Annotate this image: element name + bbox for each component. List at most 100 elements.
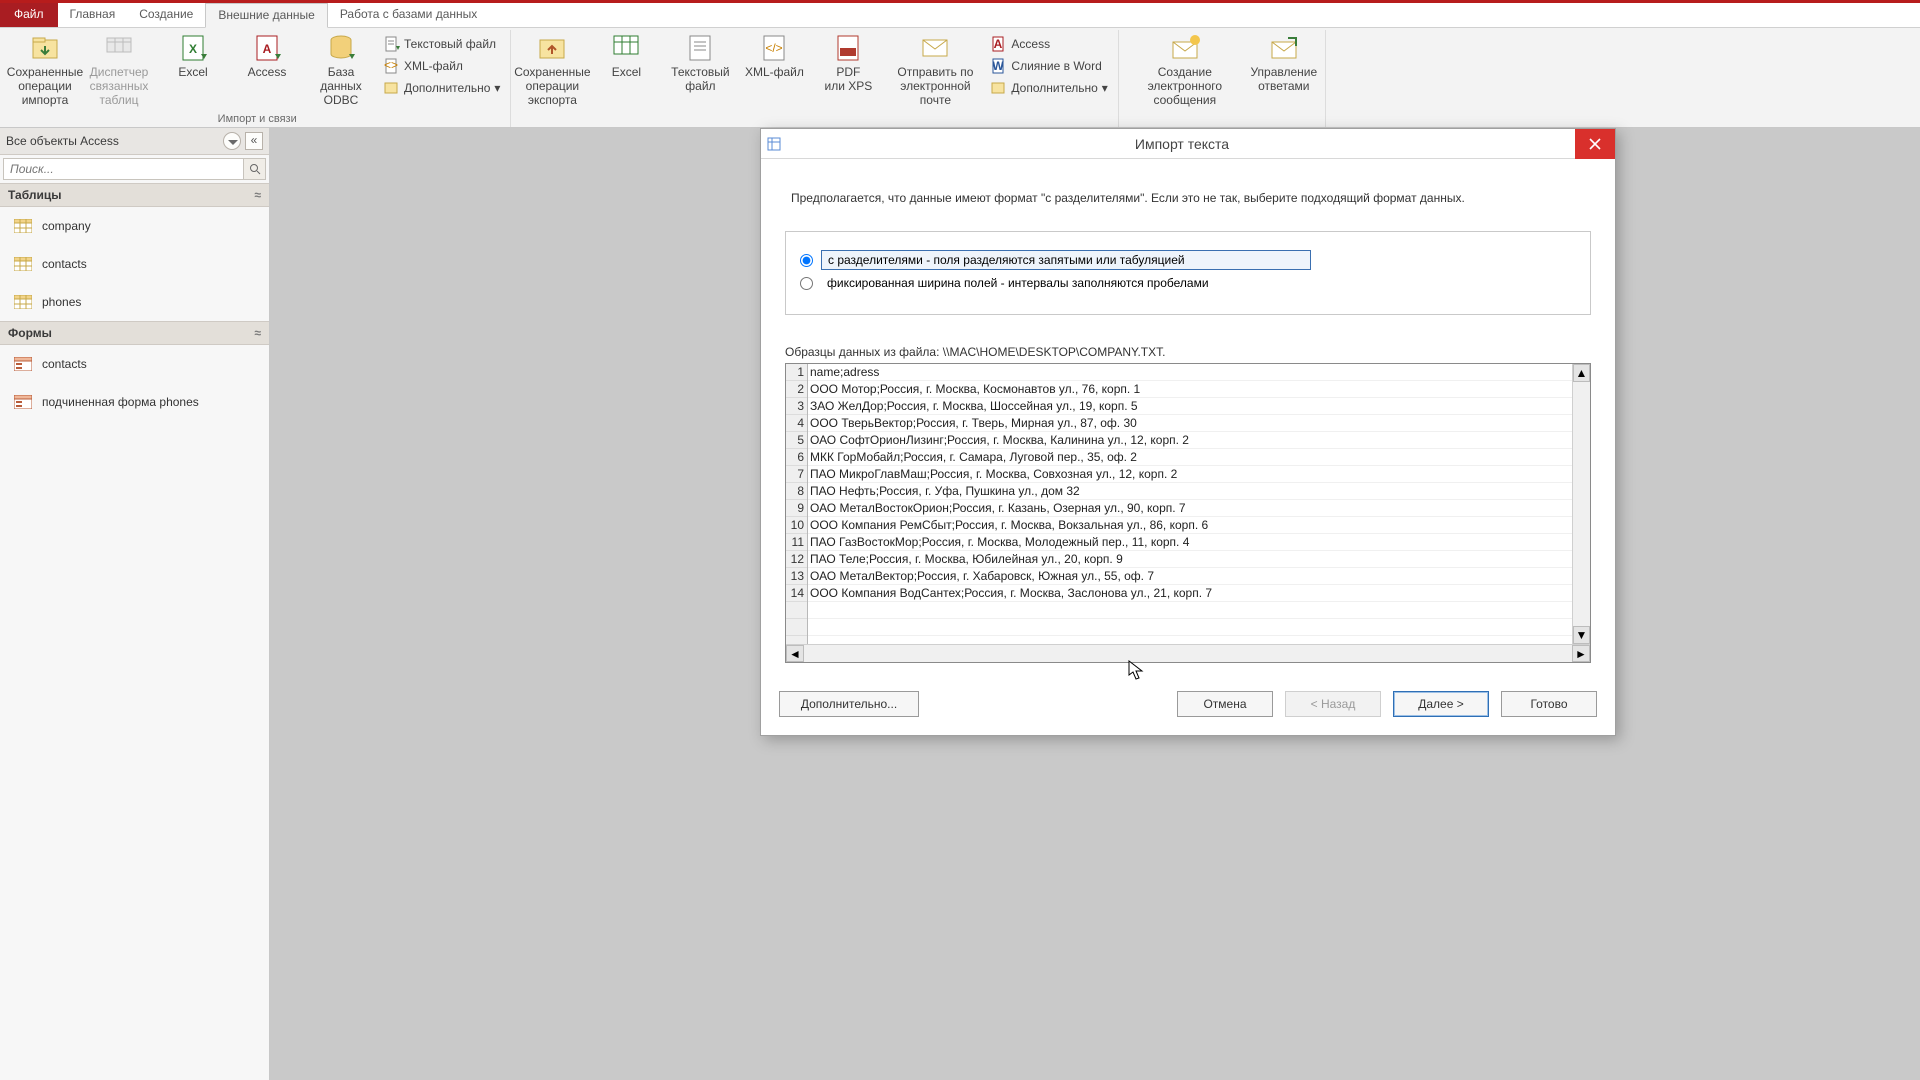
scroll-track[interactable] bbox=[804, 645, 1572, 662]
nav-item-label: contacts bbox=[42, 357, 87, 371]
more-options-button[interactable]: Дополнительно... bbox=[779, 691, 919, 717]
radio-fixed-width[interactable] bbox=[800, 277, 813, 290]
tab-home[interactable]: Главная bbox=[58, 3, 128, 27]
dropdown-caret-icon: ▾ bbox=[494, 81, 500, 95]
saved-imports-icon bbox=[29, 32, 61, 64]
ribbon-linked-table-manager: Диспетчер связанных таблиц bbox=[84, 30, 154, 107]
ribbon-export-excel[interactable]: Excel bbox=[591, 30, 661, 80]
ribbon-saved-imports[interactable]: Сохраненные операции импорта bbox=[10, 30, 80, 107]
nav-table-company[interactable]: company bbox=[0, 207, 269, 245]
ribbon-label: Excel bbox=[178, 66, 207, 80]
word-icon: W bbox=[991, 58, 1007, 74]
svg-text:W: W bbox=[993, 59, 1005, 73]
horizontal-scrollbar[interactable]: ◄ ► bbox=[786, 644, 1590, 662]
scroll-down-button[interactable]: ▼ bbox=[1573, 626, 1590, 644]
xml-file-icon: </> bbox=[758, 32, 790, 64]
nav-search bbox=[3, 158, 266, 180]
ribbon-import-access[interactable]: A Access bbox=[232, 30, 302, 80]
ribbon-label: Отправить по электронной почте bbox=[887, 66, 983, 107]
tab-create[interactable]: Создание bbox=[127, 3, 205, 27]
table-icon bbox=[14, 219, 32, 233]
ribbon-label: Слияние в Word bbox=[1011, 59, 1101, 73]
vertical-scrollbar[interactable]: ▲ ▼ bbox=[1572, 364, 1590, 644]
access-icon: A bbox=[251, 32, 283, 64]
back-button: < Назад bbox=[1285, 691, 1381, 717]
sample-lines: name;adressООО Мотор;Россия, г. Москва, … bbox=[808, 364, 1572, 644]
ribbon-export-access[interactable]: A Access bbox=[987, 34, 1111, 54]
form-icon bbox=[14, 395, 32, 409]
excel-icon: X bbox=[177, 32, 209, 64]
next-button[interactable]: Далее > bbox=[1393, 691, 1489, 717]
nav-form-item[interactable]: contacts bbox=[0, 345, 269, 383]
scroll-track[interactable] bbox=[1573, 382, 1590, 626]
section-label: Таблицы bbox=[8, 188, 61, 202]
nav-table-contacts[interactable]: contacts bbox=[0, 245, 269, 283]
ribbon-label: Дополнительно bbox=[404, 81, 490, 95]
ribbon-export-more[interactable]: Дополнительно ▾ bbox=[987, 78, 1111, 98]
sample-data-label: Образцы данных из файла: \\MAC\HOME\DESK… bbox=[785, 345, 1591, 359]
nav-section-forms[interactable]: Формы ≈ bbox=[0, 321, 269, 345]
scroll-right-button[interactable]: ► bbox=[1572, 645, 1590, 662]
nav-menu-button[interactable] bbox=[223, 132, 241, 150]
tab-external-data[interactable]: Внешние данные bbox=[205, 3, 328, 28]
more-icon bbox=[384, 80, 400, 96]
more-icon bbox=[991, 80, 1007, 96]
cancel-button[interactable]: Отмена bbox=[1177, 691, 1273, 717]
ribbon-label: Текстовый файл bbox=[404, 37, 496, 51]
dialog-close-button[interactable] bbox=[1575, 129, 1615, 159]
email-icon bbox=[919, 32, 951, 64]
search-button[interactable] bbox=[243, 159, 265, 179]
svg-text:</>: </> bbox=[766, 41, 783, 55]
scroll-left-button[interactable]: ◄ bbox=[786, 645, 804, 662]
ribbon-saved-exports[interactable]: Сохраненные операции экспорта bbox=[517, 30, 587, 107]
ribbon-import-odbc[interactable]: База данных ODBC bbox=[306, 30, 376, 107]
pdf-icon bbox=[832, 32, 864, 64]
ribbon-export-text[interactable]: Текстовый файл bbox=[665, 30, 735, 94]
ribbon-import-excel[interactable]: X Excel bbox=[158, 30, 228, 80]
text-file-icon bbox=[384, 36, 400, 52]
search-input[interactable] bbox=[4, 159, 243, 179]
finish-button[interactable]: Готово bbox=[1501, 691, 1597, 717]
form-icon bbox=[14, 357, 32, 371]
dialog-title: Импорт текста bbox=[789, 136, 1575, 152]
ribbon-export-xml[interactable]: </> XML-файл bbox=[739, 30, 809, 80]
xml-file-icon: <> bbox=[384, 58, 400, 74]
svg-text:X: X bbox=[189, 42, 197, 56]
database-icon bbox=[325, 32, 357, 64]
ribbon-label: Access bbox=[248, 66, 287, 80]
radio-delimited-label: с разделителями - поля разделяются запят… bbox=[821, 250, 1311, 270]
ribbon: Сохраненные операции импорта Диспетчер с… bbox=[0, 28, 1920, 128]
ribbon-import-xml-file[interactable]: <> XML-файл bbox=[380, 56, 504, 76]
tab-database-tools[interactable]: Работа с базами данных bbox=[328, 3, 489, 27]
ribbon-word-merge[interactable]: W Слияние в Word bbox=[987, 56, 1111, 76]
import-text-dialog: Импорт текста Предполагается, что данные… bbox=[760, 128, 1616, 736]
line-number-gutter: 1234567891011121314 bbox=[786, 364, 808, 644]
scroll-up-button[interactable]: ▲ bbox=[1573, 364, 1590, 382]
ribbon-label: База данных ODBC bbox=[306, 66, 376, 107]
ribbon-manage-replies[interactable]: Управление ответами bbox=[1249, 30, 1319, 94]
ribbon-export-email[interactable]: Отправить по электронной почте bbox=[887, 30, 983, 107]
ribbon-export-pdf[interactable]: PDF или XPS bbox=[813, 30, 883, 94]
tab-file[interactable]: Файл bbox=[0, 3, 58, 27]
ribbon-import-text-file[interactable]: Текстовый файл bbox=[380, 34, 504, 54]
ribbon-group-label bbox=[517, 111, 1111, 127]
ribbon-label: Текстовый файл bbox=[671, 66, 729, 94]
linked-tables-icon bbox=[103, 32, 135, 64]
radio-delimited[interactable] bbox=[800, 254, 813, 267]
nav-form-item[interactable]: подчиненная форма phones bbox=[0, 383, 269, 421]
svg-text:A: A bbox=[263, 42, 272, 56]
ribbon-label: Создание электронного сообщения bbox=[1125, 66, 1245, 107]
nav-section-tables[interactable]: Таблицы ≈ bbox=[0, 183, 269, 207]
ribbon-group-label bbox=[1125, 111, 1319, 127]
ribbon-import-more[interactable]: Дополнительно ▾ bbox=[380, 78, 504, 98]
nav-table-phones[interactable]: phones bbox=[0, 283, 269, 321]
ribbon-create-email[interactable]: Создание электронного сообщения bbox=[1125, 30, 1245, 107]
search-icon bbox=[249, 163, 261, 175]
nav-collapse-button[interactable]: « bbox=[245, 132, 263, 150]
collapse-icon: ≈ bbox=[254, 326, 261, 340]
ribbon-label: XML-файл bbox=[404, 59, 463, 73]
ribbon-label: Сохраненные операции импорта bbox=[7, 66, 83, 107]
nav-item-label: phones bbox=[42, 295, 81, 309]
svg-text:A: A bbox=[994, 37, 1003, 51]
new-email-icon bbox=[1169, 32, 1201, 64]
